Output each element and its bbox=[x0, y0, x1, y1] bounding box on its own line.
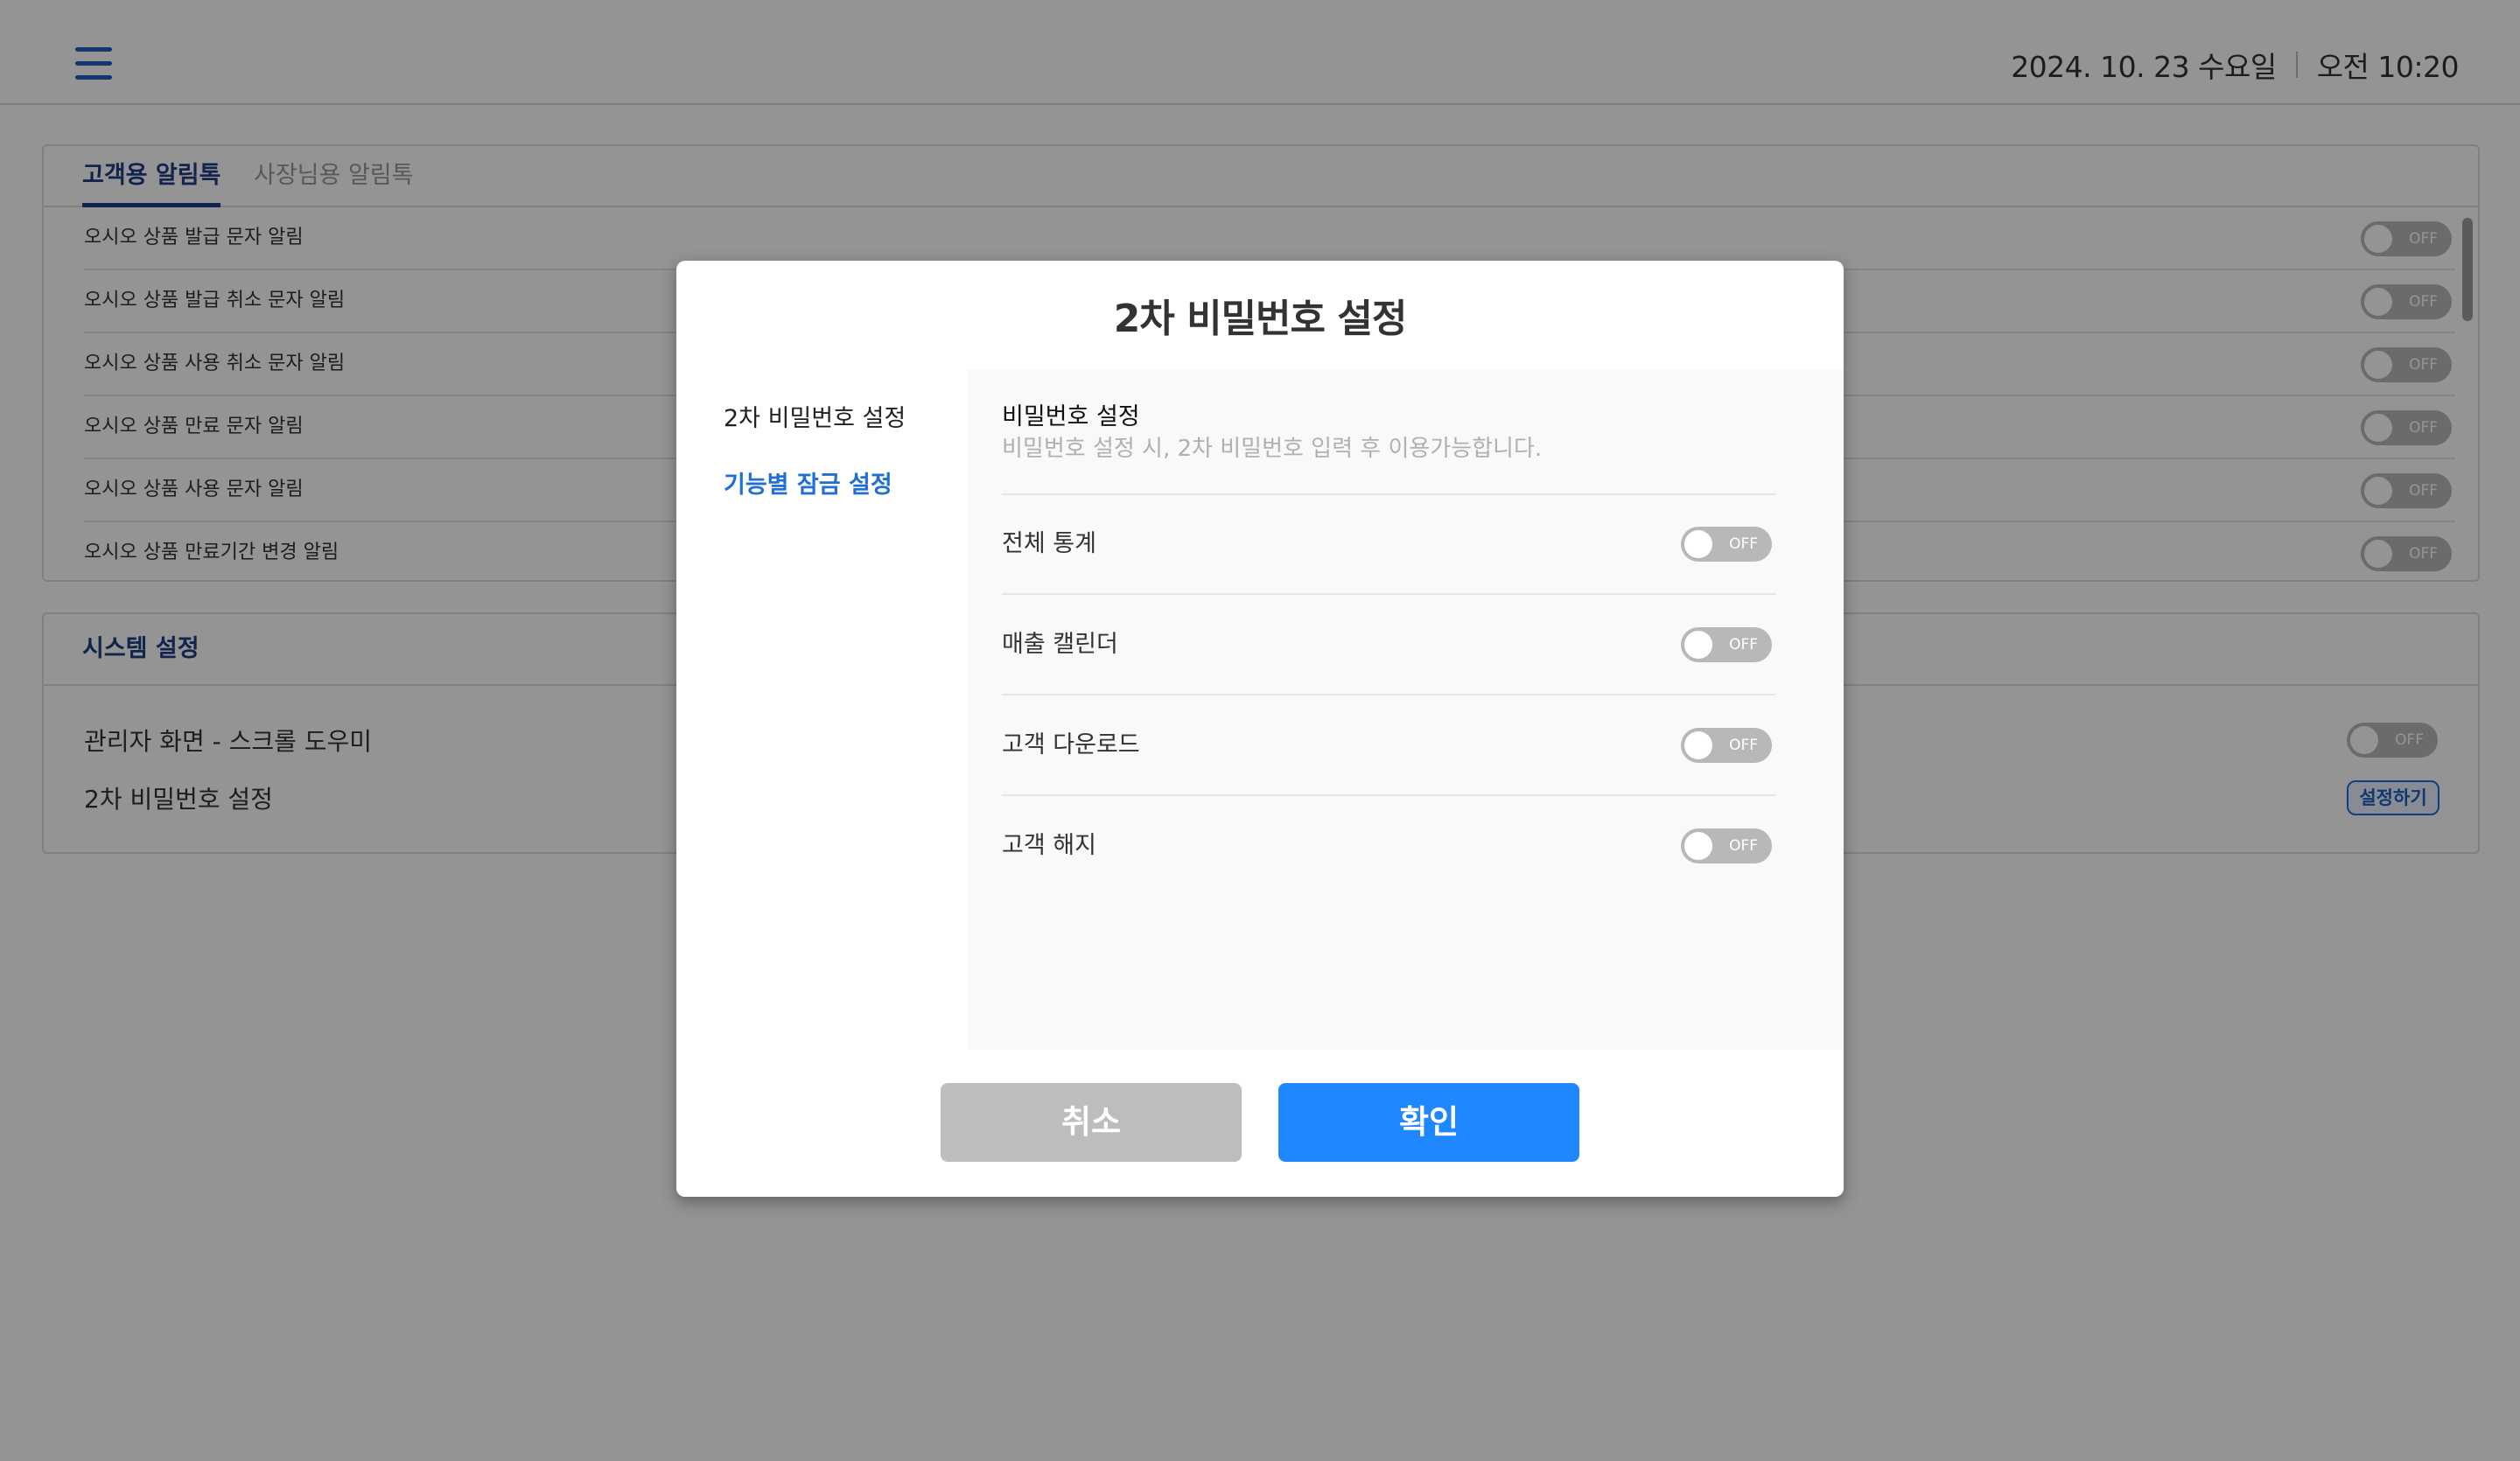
toggle-knob bbox=[1684, 832, 1712, 860]
nav-feature-lock[interactable]: 기능별 잠금 설정 bbox=[724, 465, 892, 500]
modal-footer: 취소 확인 bbox=[676, 1050, 1844, 1197]
cancel-button[interactable]: 취소 bbox=[941, 1083, 1242, 1162]
lock-row-label: 고객 다운로드 bbox=[1002, 731, 1140, 758]
lock-row-customer-cancel: 고객 해지 OFF bbox=[1002, 797, 1775, 897]
second-password-modal: 2차 비밀번호 설정 2차 비밀번호 설정 기능별 잠금 설정 비밀번호 설정 … bbox=[676, 261, 1844, 1197]
toggle-state: OFF bbox=[1729, 737, 1758, 754]
toggle-state: OFF bbox=[1729, 837, 1758, 855]
lock-toggle[interactable]: OFF bbox=[1681, 828, 1772, 863]
feature-lock-panel: 비밀번호 설정 비밀번호 설정 시, 2차 비밀번호 입력 후 이용가능합니다.… bbox=[967, 369, 1844, 1050]
lock-row-label: 고객 해지 bbox=[1002, 832, 1096, 859]
lock-row-label: 매출 캘린더 bbox=[1002, 631, 1118, 658]
toggle-knob bbox=[1684, 731, 1712, 759]
lock-row-label: 전체 통계 bbox=[1002, 530, 1096, 557]
section-description: 비밀번호 설정 시, 2차 비밀번호 입력 후 이용가능합니다. bbox=[1002, 436, 1543, 462]
lock-toggle[interactable]: OFF bbox=[1681, 728, 1772, 763]
toggle-knob bbox=[1684, 631, 1712, 659]
lock-row-customer-download: 고객 다운로드 OFF bbox=[1002, 696, 1775, 796]
modal-side-nav: 2차 비밀번호 설정 기능별 잠금 설정 bbox=[676, 369, 967, 1050]
modal-title: 2차 비밀번호 설정 bbox=[1113, 297, 1408, 341]
toggle-state: OFF bbox=[1729, 636, 1758, 654]
lock-toggle[interactable]: OFF bbox=[1681, 527, 1772, 562]
nav-second-password[interactable]: 2차 비밀번호 설정 bbox=[724, 399, 906, 433]
lock-toggle[interactable]: OFF bbox=[1681, 627, 1772, 662]
toggle-knob bbox=[1684, 530, 1712, 558]
section-title: 비밀번호 설정 bbox=[1002, 403, 1140, 430]
lock-row-total-stats: 전체 통계 OFF bbox=[1002, 495, 1775, 595]
toggle-state: OFF bbox=[1729, 535, 1758, 553]
lock-row-sales-calendar: 매출 캘린더 OFF bbox=[1002, 596, 1775, 696]
confirm-button[interactable]: 확인 bbox=[1278, 1083, 1579, 1162]
